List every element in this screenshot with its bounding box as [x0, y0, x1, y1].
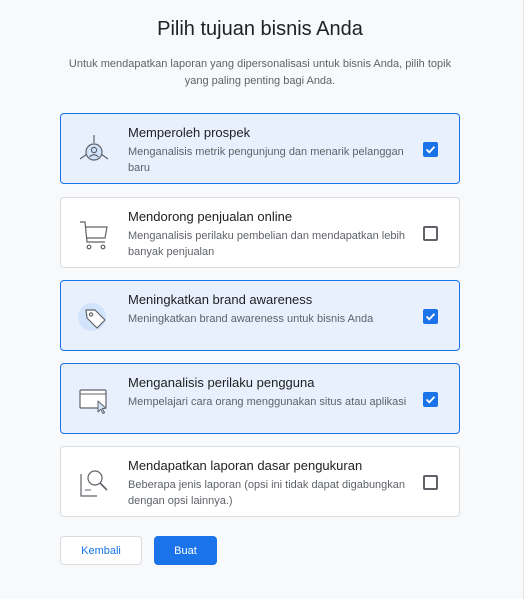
objective-card-baseline-reports[interactable]: Mendapatkan laporan dasar pengukuran Beb…	[60, 446, 460, 517]
objective-description: Beberapa jenis laporan (opsi ini tidak d…	[128, 479, 406, 507]
objective-description: Menganalisis perilaku pembelian dan mend…	[128, 230, 406, 258]
objective-title: Mendorong penjualan online	[128, 209, 293, 224]
objective-card-leads[interactable]: Memperoleh prospek Menganalisis metrik p…	[60, 113, 460, 184]
objective-checkbox-online-sales[interactable]	[423, 226, 438, 241]
objective-checkbox-baseline-reports[interactable]	[423, 475, 438, 490]
magnifier-document-icon	[77, 466, 111, 500]
tag-icon	[77, 300, 111, 334]
objective-checkbox-brand-awareness[interactable]	[423, 309, 438, 324]
objective-title: Memperoleh prospek	[128, 125, 251, 140]
page-title: Pilih tujuan bisnis Anda	[157, 18, 363, 40]
objective-title: Meningkatkan brand awareness	[128, 292, 313, 307]
create-button[interactable]: Buat	[154, 536, 217, 565]
browser-cursor-icon	[77, 383, 111, 417]
page-subtitle: Untuk mendapatkan laporan yang dipersona…	[68, 58, 452, 87]
objective-description: Meningkatkan brand awareness untuk bisni…	[128, 313, 374, 325]
back-button[interactable]: Kembali	[60, 536, 142, 565]
objective-checkbox-user-behavior[interactable]	[423, 392, 438, 407]
check-icon	[425, 313, 436, 321]
objective-title: Menganalisis perilaku pengguna	[128, 375, 315, 390]
objective-description: Mempelajari cara orang menggunakan situs…	[128, 396, 407, 408]
objective-description: Menganalisis metrik pengunjung dan menar…	[128, 146, 404, 174]
check-icon	[425, 396, 436, 404]
objective-title: Mendapatkan laporan dasar pengukuran	[128, 458, 363, 473]
check-icon	[425, 146, 436, 154]
objective-card-user-behavior[interactable]: Menganalisis perilaku pengguna Mempelaja…	[60, 363, 460, 434]
objective-checkbox-leads[interactable]	[423, 142, 438, 157]
objective-card-online-sales[interactable]: Mendorong penjualan online Menganalisis …	[60, 197, 460, 268]
shopping-cart-icon	[77, 217, 111, 251]
objective-card-brand-awareness[interactable]: Meningkatkan brand awareness Meningkatka…	[60, 280, 460, 351]
target-person-icon	[77, 133, 111, 167]
